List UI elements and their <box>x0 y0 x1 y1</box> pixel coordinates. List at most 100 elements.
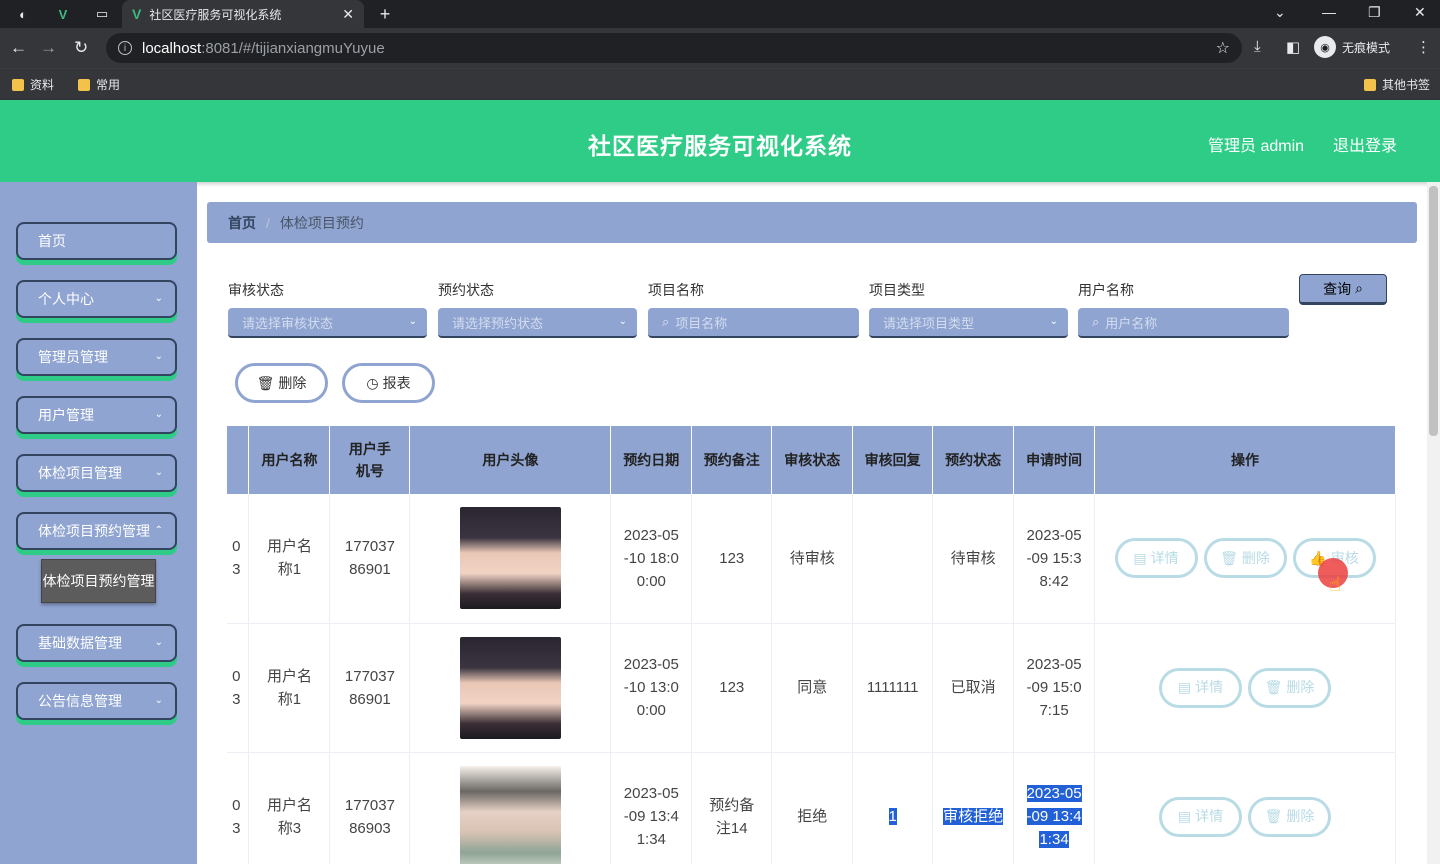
sidebar-item-label: 首页 <box>38 233 66 249</box>
user-name-input[interactable]: ⌕ 用户名称 <box>1078 308 1289 338</box>
tab-title: 社区医疗服务可视化系统 <box>149 7 282 22</box>
url-host: localhost <box>142 39 202 57</box>
sidebar-item-notices[interactable]: 公告信息管理 ⌄ <box>16 682 177 720</box>
audit-cell: 同意 <box>771 623 854 753</box>
scrollbar-thumb[interactable] <box>1429 186 1438 436</box>
bookmark-star-icon[interactable]: ☆ <box>1216 38 1230 58</box>
hand-cursor-icon: ☝ <box>1329 574 1342 596</box>
detail-button[interactable]: ▤ 详情 <box>1159 796 1243 837</box>
trash-icon: 🗑 <box>1220 549 1238 566</box>
bookmark-folder-changyong[interactable]: 常用 <box>78 76 120 93</box>
trash-icon: 🗑 <box>256 374 275 391</box>
sidebar-item-admins[interactable]: 管理员管理 ⌄ <box>16 338 177 376</box>
user-avatar[interactable] <box>459 765 561 864</box>
reply-text-selected: 1 <box>888 808 897 825</box>
project-type-select[interactable]: 请选择项目类型 ⌄ <box>869 308 1068 338</box>
audit-status-select[interactable]: 请选择审核状态 ⌄ <box>228 308 427 338</box>
delete-button[interactable]: 🗑 删除 <box>1248 796 1332 837</box>
restore-icon[interactable]: ❐ <box>1368 4 1381 21</box>
sidebar-item-label: 基础数据管理 <box>38 635 122 651</box>
input-placeholder: 用户名称 <box>1105 315 1158 331</box>
site-info-icon[interactable]: i <box>118 41 132 55</box>
phone-cell: 17703786901 <box>329 623 411 753</box>
more-menu-icon[interactable]: ⋮ <box>1416 38 1431 56</box>
close-tab-icon[interactable]: ✕ <box>342 6 354 23</box>
minimize-icon[interactable]: — <box>1322 4 1336 20</box>
phone-cell: 17703786903 <box>329 752 411 864</box>
incognito-indicator[interactable]: ◉ 无痕模式 <box>1314 36 1390 58</box>
chevron-down-icon: ⌄ <box>408 316 417 327</box>
chevron-down-icon: ⌄ <box>154 467 163 478</box>
status-text-selected: 审核拒绝 <box>943 808 1004 825</box>
user-avatar[interactable] <box>459 636 561 739</box>
url-path: :8081/#/tijianxiangmuYuyue <box>201 39 385 57</box>
sidepanel-icon[interactable]: ◧ <box>1286 38 1300 56</box>
breadcrumb-current: 体检项目预约 <box>279 214 364 231</box>
detail-button[interactable]: ▤ 详情 <box>1114 538 1198 579</box>
bookmark-folder-other[interactable]: 其他书签 <box>1364 76 1430 93</box>
query-button[interactable]: 查询 ⌕ <box>1299 274 1387 305</box>
avatar-cell <box>409 752 612 864</box>
batch-delete-button[interactable]: 🗑 删除 <box>235 363 328 403</box>
sidebar-item-home[interactable]: 首页 <box>16 222 177 260</box>
status-cell: 审核拒绝 <box>932 752 1015 864</box>
chevron-down-icon: ⌄ <box>1049 316 1058 327</box>
delete-label: 删除 <box>1286 808 1315 824</box>
forward-icon[interactable]: → <box>40 38 57 58</box>
window-close-icon[interactable]: ✕ <box>1414 4 1426 21</box>
tab-active[interactable]: V 社区医疗服务可视化系统 ✕ <box>122 0 364 28</box>
delete-button[interactable]: 🗑 删除 <box>1203 538 1287 579</box>
sidebar-item-checkup-booking[interactable]: 体检项目预约管理 ⌃ <box>16 512 177 550</box>
browser-menu-icon[interactable]: ◐ <box>14 5 32 23</box>
bookmark-folder-ziliao[interactable]: 资料 <box>12 76 54 93</box>
url-bar[interactable]: i localhost :8081/#/tijianxiangmuYuyue ☆ <box>106 33 1242 63</box>
cut-cell: 0 3 <box>227 494 250 624</box>
chevron-down-icon: ⌄ <box>154 351 163 362</box>
bookmark-label: 常用 <box>96 78 121 92</box>
detail-button[interactable]: ▤ 详情 <box>1159 667 1243 708</box>
date-cell: 2023-05-10 13:00:00 <box>610 623 693 753</box>
document-icon: ▤ <box>1177 808 1192 824</box>
select-placeholder: 请选择项目类型 <box>883 315 975 331</box>
reload-icon[interactable]: ↻ <box>74 38 88 58</box>
report-button[interactable]: ◷ 报表 <box>342 363 435 403</box>
breadcrumb-home[interactable]: 首页 <box>228 213 256 233</box>
address-toolbar: ← → ↻ i localhost :8081/#/tijianxiangmuY… <box>0 28 1440 68</box>
bookmark-label: 资料 <box>30 78 55 92</box>
project-name-input[interactable]: ⌕ 项目名称 <box>648 308 859 338</box>
sidebar-subitem-booking-manage[interactable]: 体检项目预约管理 <box>41 559 156 603</box>
booking-status-select[interactable]: 请选择预约状态 ⌄ <box>438 308 637 338</box>
sidebar-item-users[interactable]: 用户管理 ⌄ <box>16 396 177 434</box>
tab-search-icon[interactable]: ⌄ <box>1274 4 1286 21</box>
reply-cell <box>852 494 934 624</box>
status-cell: 待审核 <box>932 494 1015 624</box>
tab-window-icon[interactable]: ▭ <box>93 5 111 23</box>
incognito-label: 无痕模式 <box>1342 40 1391 55</box>
trash-icon: 🗑 <box>1264 808 1283 824</box>
new-tab-icon[interactable]: + <box>376 4 394 24</box>
download-icon[interactable]: ⤓ <box>1254 38 1261 55</box>
vue-tab-icon[interactable]: V <box>54 5 72 23</box>
user-cell: 用户名称1 <box>248 623 331 753</box>
column-header: 预约备注 <box>691 426 773 494</box>
back-icon[interactable]: ← <box>10 38 27 58</box>
delete-label: 删除 <box>1286 679 1315 695</box>
page-scrollbar[interactable] <box>1427 182 1440 864</box>
user-avatar[interactable] <box>459 507 561 610</box>
column-header: 用户头像 <box>409 426 612 494</box>
chevron-down-icon: ⌄ <box>154 409 163 420</box>
delete-button[interactable]: 🗑 删除 <box>1248 667 1332 708</box>
avatar-cell <box>409 623 612 753</box>
filter-label-user-name: 用户名称 <box>1078 282 1134 298</box>
sidebar-item-checkup-projects[interactable]: 体检项目管理 ⌄ <box>16 454 177 492</box>
detail-label: 详情 <box>1195 808 1224 824</box>
table-header-row: 用户名称 用户手机号 用户头像 预约日期 预约备注 审核状态 审核回复 预约状态… <box>227 426 1396 494</box>
logout-link[interactable]: 退出登录 <box>1333 132 1397 156</box>
folder-icon <box>12 78 24 91</box>
sidebar-item-profile[interactable]: 个人中心 ⌄ <box>16 280 177 318</box>
incognito-icon: ◉ <box>1314 36 1336 58</box>
applied-cell: 2023-05-09 13:41:34 <box>1013 752 1096 864</box>
audit-cell: 待审核 <box>771 494 854 624</box>
bookmark-bar: 资料 常用 其他书签 <box>0 68 1440 100</box>
sidebar-item-basic-data[interactable]: 基础数据管理 ⌄ <box>16 624 177 662</box>
